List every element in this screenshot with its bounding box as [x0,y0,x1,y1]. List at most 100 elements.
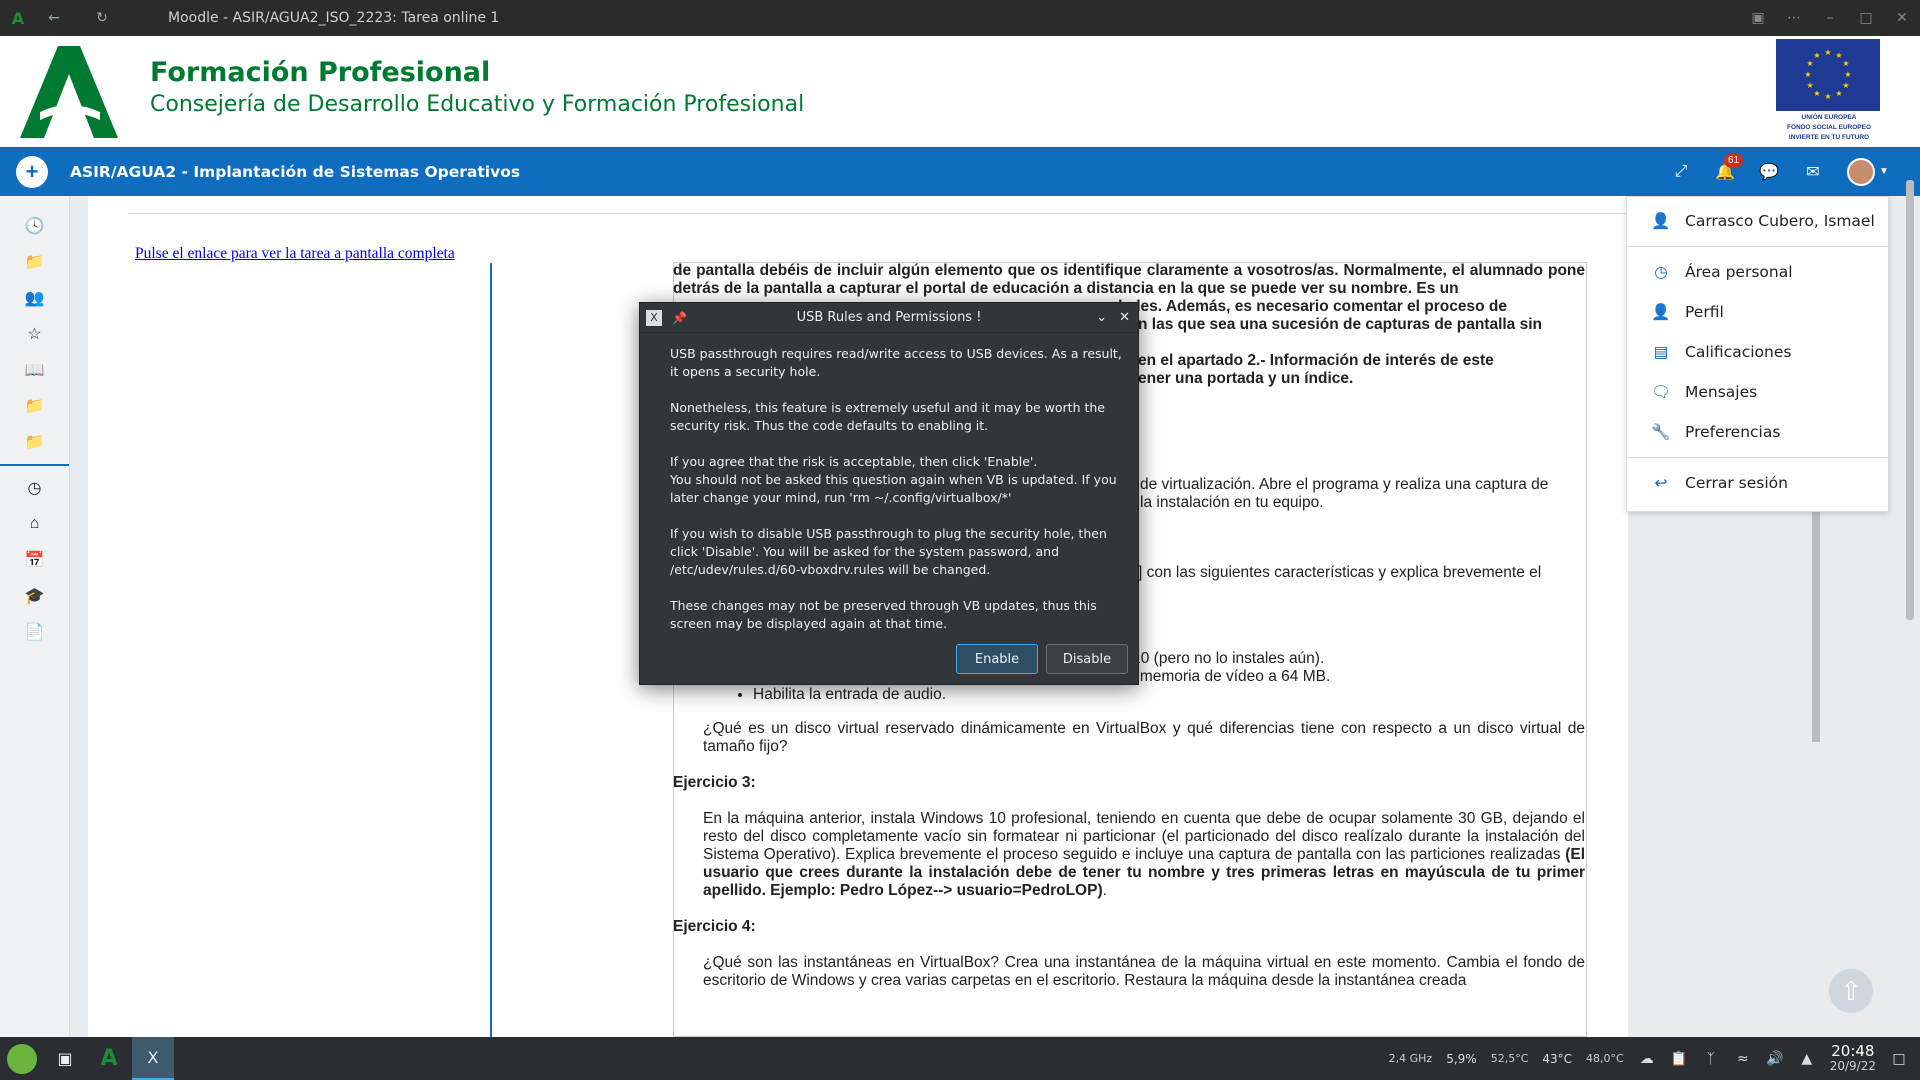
dialog-titlebar[interactable]: X 📌 USB Rules and Permissions ! ⌄ ✕ [640,303,1138,333]
show-desktop-icon[interactable]: □ [1890,1050,1908,1068]
bluetooth-icon[interactable]: ᛉ [1702,1050,1720,1068]
chat-icon[interactable]: 💬 [1758,161,1780,183]
back-icon[interactable]: ← [36,0,72,36]
volume-icon[interactable]: 🔊 [1766,1050,1784,1068]
user-menu-label: Perfil [1685,303,1724,321]
exercise-4-text: ¿Qué son las instantáneas en VirtualBox?… [703,954,1585,989]
recent-icon[interactable]: 🕓 [0,208,69,244]
notifications-icon[interactable]: 🔔 61 [1714,152,1744,183]
user-menu-name[interactable]: 👤 Carrasco Cubero, Ismael [1627,201,1888,241]
svg-text:★: ★ [1842,81,1849,90]
minimize-icon[interactable]: – [1812,10,1848,26]
dialog-minimize-icon[interactable]: ⌄ [1096,310,1107,325]
graduation-cap-icon[interactable]: 🎓 [0,578,69,614]
svg-text:★: ★ [1806,59,1813,68]
user-menu-label: Cerrar sesión [1685,474,1788,492]
files-icon[interactable]: 📄 [0,614,69,650]
back-to-top-button[interactable]: ⇧ [1826,966,1876,1016]
clock-time: 20:48 [1831,1041,1875,1060]
dialog-line: You should not be asked this question ag… [670,472,1117,505]
menu-divider [1627,457,1888,458]
exercise-3-body: En la máquina anterior, instala Windows … [703,810,1585,863]
dialog-paragraph: If you agree that the risk is acceptable… [670,453,1126,507]
calendar-icon[interactable]: 📅 [0,542,69,578]
cloud-icon[interactable]: ☁ [1638,1050,1656,1068]
user-menu-label: Calificaciones [1685,343,1792,361]
avatar[interactable] [1847,157,1876,186]
header-subtitle: Consejería de Desarrollo Educativo y For… [150,92,805,117]
dialog-title: USB Rules and Permissions ! [796,310,982,325]
svg-text:★: ★ [1824,92,1831,101]
fullscreen-task-link[interactable]: Pulse el enlace para ver la tarea a pant… [135,245,455,263]
user-menu-preferences[interactable]: 🔧 Preferencias [1627,412,1888,452]
user-menu-dashboard[interactable]: ◷ Área personal [1627,252,1888,292]
user-menu-logout[interactable]: ↩ Cerrar sesión [1627,463,1888,503]
dashboard-icon[interactable]: ◷ [0,470,69,506]
logout-icon: ↩ [1654,474,1668,492]
desktop-pager-icon[interactable]: ▣ [44,1037,86,1080]
home-icon[interactable]: ⌂ [0,506,69,542]
dialog-body: USB passthrough requires read/write acce… [640,333,1138,633]
more-icon[interactable]: ⋯ [1776,10,1812,26]
dialog-close-icon[interactable]: ✕ [1119,310,1130,325]
user-menu-label: Preferencias [1685,423,1781,441]
user-menu-label: Mensajes [1685,383,1758,401]
divider [128,213,1628,214]
clipboard-icon[interactable]: 📋 [1670,1050,1688,1068]
wifi-icon[interactable]: ≈ [1734,1050,1752,1068]
eu-flag-icon: ★ ★ ★ ★ ★ ★ ★ ★ ★ ★ ★ ★ [1776,39,1880,111]
profile-icon: 👤 [1651,303,1671,321]
svg-text:★: ★ [1813,51,1820,60]
grades-icon: ▤ [1653,343,1669,361]
cpu-frequency: 2,4 GHz [1388,1051,1433,1065]
fullscreen-icon[interactable]: ⤢ [1670,161,1692,183]
add-block-icon[interactable]: + [16,155,48,188]
star-icon[interactable]: ☆ [0,316,69,352]
eu-logo: ★ ★ ★ ★ ★ ★ ★ ★ ★ ★ ★ ★ UNIÓN EUROPEA FONDO SOCIA… [1776,39,1882,141]
app-launcher-icon[interactable] [2,1039,42,1079]
browser-task-icon[interactable]: A [88,1037,130,1080]
svg-text:★: ★ [1835,89,1842,98]
exercise-4-title: Ejercicio 4: [673,918,756,935]
folder-icon[interactable]: 📁 [0,424,69,460]
site-header: Formación Profesional Consejería de Desa… [0,36,1920,147]
reader-icon[interactable]: ▣ [1740,10,1776,26]
content-scrollbar[interactable] [1812,512,1820,742]
mail-icon[interactable]: ✉ [1802,161,1824,183]
page-scrollbar[interactable] [1906,180,1914,620]
course-title[interactable]: ASIR/AGUA2 - Implantación de Sistemas Op… [70,163,520,181]
frame-divider [490,263,492,1037]
user-menu-label: Área personal [1685,263,1793,281]
dialog-line: If you agree that the risk is acceptable… [670,454,1038,469]
exercise-3-title: Ejercicio 3: [673,774,756,791]
close-window-icon[interactable]: ✕ [1884,10,1920,26]
messages-icon: 🗨 [1651,383,1671,401]
exercise-3-end: . [1102,882,1107,899]
temperature-1: 52,5°C [1490,1051,1529,1065]
user-menu-toggle[interactable]: ▼ [1846,157,1890,186]
x11-task-icon[interactable]: X [132,1037,174,1080]
dialog-paragraph: USB passthrough requires read/write acce… [670,346,1122,379]
svg-text:★: ★ [1804,70,1811,79]
reload-icon[interactable]: ↻ [84,0,120,36]
usb-permissions-dialog: X 📌 USB Rules and Permissions ! ⌄ ✕ USB … [639,302,1139,685]
user-menu-profile[interactable]: 👤 Perfil [1627,292,1888,332]
user-icon: 👤 [1651,212,1671,230]
tray-expand-icon[interactable]: ▲ [1798,1050,1816,1068]
maximize-icon[interactable]: □ [1848,10,1884,26]
user-menu-grades[interactable]: ▤ Calificaciones [1627,332,1888,372]
user-menu-messages[interactable]: 🗨 Mensajes [1627,372,1888,412]
folder-icon[interactable]: 📁 [0,388,69,424]
dashboard-icon: ◷ [1654,263,1668,281]
user-menu-dropdown: 👤 Carrasco Cubero, Ismael ◷ Área personal … [1626,196,1889,512]
participants-icon[interactable]: 👥 [0,280,69,316]
disable-button[interactable]: Disable [1046,644,1128,674]
dialog-paragraph: If you wish to disable USB passthrough t… [670,526,1107,577]
junta-logo-icon[interactable] [20,46,118,138]
book-icon[interactable]: 📖 [0,352,69,388]
enable-button[interactable]: Enable [956,644,1038,674]
folder-icon[interactable]: 📁 [0,244,69,280]
cpu-load: 5,9% [1446,1051,1477,1066]
clock[interactable]: 20:48 20/9/22 [1830,1041,1876,1074]
header-title: Formación Profesional [150,57,491,88]
